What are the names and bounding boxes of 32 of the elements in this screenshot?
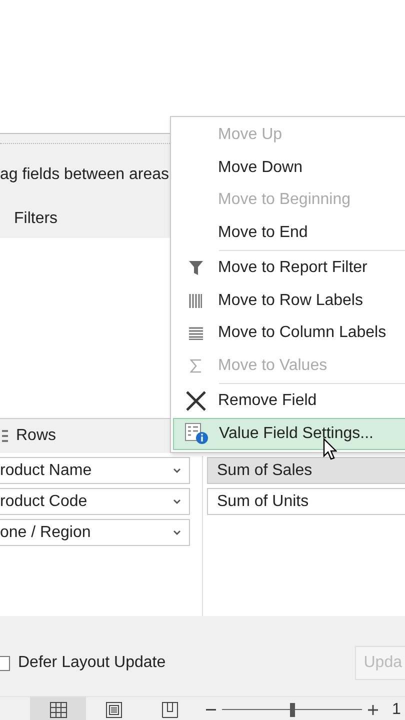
instruction-text: ag fields between areas: [0, 166, 169, 184]
chevron-icon: [173, 530, 181, 535]
defer-label: Defer Layout Update: [18, 654, 166, 672]
row-field-item[interactable]: one / Region: [0, 519, 190, 546]
rows-label: Rows: [16, 427, 56, 445]
value-field-item[interactable]: Sum of Units: [207, 488, 405, 515]
sigma-icon: [190, 358, 202, 373]
filters-label: Filters: [14, 210, 58, 227]
menu-item[interactable]: Move to Report Filter: [173, 252, 405, 284]
chevron-icon: [173, 468, 181, 473]
normal-view-button[interactable]: [30, 697, 86, 720]
row-field-item[interactable]: roduct Name: [0, 457, 190, 484]
zoom-in-icon[interactable]: [368, 704, 378, 714]
menu-item[interactable]: Remove Field: [173, 385, 405, 418]
page-icon: [106, 702, 122, 718]
rows-icon: [189, 294, 202, 308]
row-field-item[interactable]: roduct Code: [0, 488, 190, 515]
grid-icon: [50, 702, 66, 718]
menu-item[interactable]: Move to Column Labels: [173, 317, 405, 350]
close-icon: [186, 391, 206, 412]
menu-item[interactable]: Move to End: [173, 216, 405, 249]
menu-item[interactable]: Move to Row Labels: [173, 284, 405, 317]
chevron-icon: [173, 499, 181, 504]
value-field-item[interactable]: Sum of Sales: [207, 457, 405, 484]
field-settings-icon: [184, 422, 208, 444]
filter-icon: [188, 261, 202, 276]
menu-item[interactable]: Value Field Settings...: [173, 418, 405, 450]
rows-icon: [2, 430, 8, 442]
menu-item[interactable]: Move Down: [173, 152, 405, 184]
columns-icon: [188, 326, 202, 340]
zoom-percent: 1: [392, 700, 401, 718]
page-break-icon: [162, 702, 178, 718]
